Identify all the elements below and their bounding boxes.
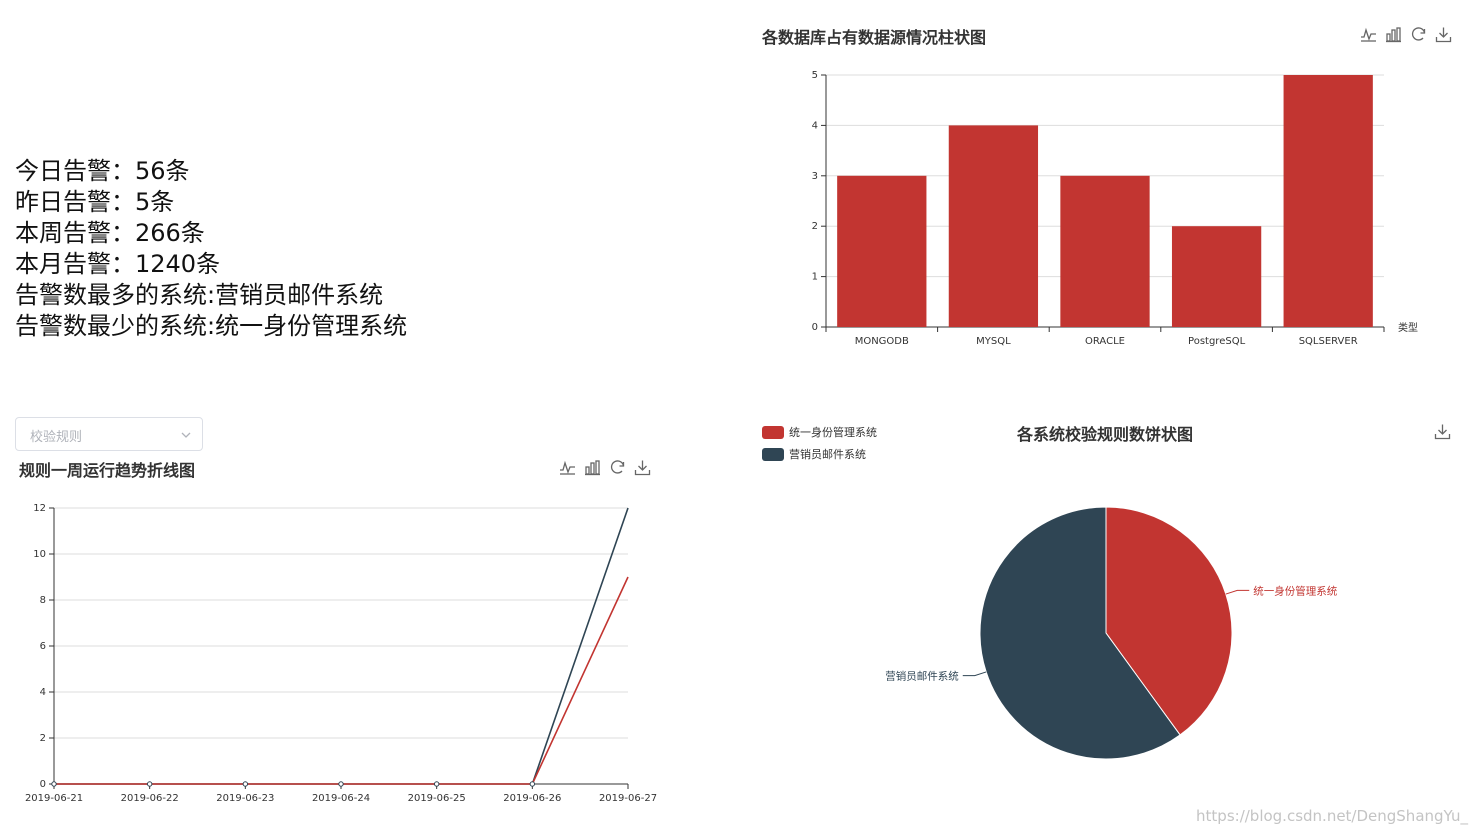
data-point	[146, 781, 153, 787]
stat-least-system: 告警数最少的系统:统一身份管理系统	[15, 312, 408, 340]
line-chart: 0 2 4 6 8 10 12 2019-06-21 2019-06-22 2019-06-23 2…	[25, 503, 657, 804]
line-chart-title: 规则一周运行趋势折线图	[19, 461, 196, 480]
pie-chart-toolbox	[1434, 423, 1451, 440]
legend-item-unified-identity[interactable]: 统一身份管理系统	[762, 421, 877, 443]
refresh-icon[interactable]	[1410, 26, 1427, 43]
y-tick-label: 12	[33, 503, 46, 514]
alarm-stats: 今日告警：56条 昨日告警：5条 本周告警：266条 本月告警：1240条 告警…	[15, 156, 407, 342]
download-icon[interactable]	[634, 459, 651, 476]
stat-week: 本周告警：266条	[15, 219, 205, 247]
refresh-icon[interactable]	[609, 459, 626, 476]
rule-select[interactable]: 校验规则	[15, 417, 203, 451]
stat-most-system: 告警数最多的系统:营销员邮件系统	[15, 281, 384, 309]
x-tick-label: SQLSERVER	[1299, 336, 1358, 347]
y-tick-label: 8	[40, 595, 46, 606]
watermark: https://blog.csdn.net/DengShangYu_	[1196, 807, 1468, 825]
legend-item-marketing-mail[interactable]: 营销员邮件系统	[762, 443, 877, 465]
legend-swatch	[762, 425, 784, 439]
y-tick-label: 3	[812, 171, 818, 182]
bar	[1060, 175, 1150, 327]
x-tick-label: PostgreSQL	[1188, 336, 1246, 347]
y-tick-label: 10	[33, 549, 46, 560]
line-chart-icon[interactable]	[559, 459, 576, 476]
bar-chart: 0 1 2 3 4 5 MONGODB MYSQL ORACLE PostgreSQL SQLSER…	[812, 70, 1418, 347]
y-tick-label: 6	[40, 641, 46, 652]
rule-select-placeholder: 校验规则	[30, 430, 83, 445]
legend-label: 营销员邮件系统	[789, 448, 866, 461]
bar	[1171, 226, 1262, 327]
data-point	[529, 781, 536, 787]
pie-chart: 统一身份管理系统营销员邮件系统	[885, 506, 1338, 760]
y-tick-label: 4	[812, 120, 818, 131]
x-tick-label: 2019-06-25	[408, 793, 466, 804]
data-point	[338, 781, 344, 787]
pie-label-line	[1225, 589, 1250, 595]
pie-legend: 统一身份管理系统 营销员邮件系统	[762, 421, 877, 465]
y-tick-label: 0	[812, 322, 818, 333]
x-tick-label: 2019-06-23	[216, 793, 274, 804]
pie-slice-label: 统一身份管理系统	[1253, 584, 1337, 597]
bar-chart-title: 各数据库占有数据源情况柱状图	[762, 28, 987, 47]
pie-label-line	[962, 671, 987, 677]
bar-chart-icon[interactable]	[584, 459, 601, 476]
y-tick-label: 5	[812, 70, 818, 81]
x-tick-label: ORACLE	[1085, 336, 1125, 347]
y-tick-label: 2	[812, 221, 818, 232]
bar	[837, 175, 927, 327]
bar-chart-icon[interactable]	[1385, 26, 1402, 43]
download-icon[interactable]	[1434, 423, 1451, 440]
y-tick-label: 1	[812, 272, 818, 283]
data-point	[433, 781, 440, 787]
chevron-down-icon	[181, 432, 191, 438]
x-tick-label: 2019-06-27	[599, 793, 657, 804]
x-tick-label: 2019-06-21	[25, 793, 83, 804]
pie-chart-title: 各系统校验规则数饼状图	[1017, 425, 1194, 444]
legend-label: 统一身份管理系统	[789, 426, 877, 439]
line-chart-icon[interactable]	[1360, 26, 1377, 43]
data-point	[51, 781, 57, 787]
bar	[948, 125, 1039, 328]
x-tick-label: 2019-06-24	[312, 793, 370, 804]
stat-yesterday: 昨日告警：5条	[15, 188, 175, 216]
stat-today: 今日告警：56条	[15, 157, 190, 185]
y-tick-label: 2	[40, 733, 46, 744]
x-tick-label: 2019-06-22	[121, 793, 179, 804]
series-line	[54, 576, 629, 785]
x-tick-label: MONGODB	[855, 336, 909, 347]
y-tick-label: 0	[40, 779, 46, 790]
bar	[1283, 75, 1373, 327]
line-chart-toolbox	[559, 459, 651, 476]
stat-month: 本月告警：1240条	[15, 250, 221, 278]
data-point	[242, 781, 249, 787]
legend-swatch	[762, 447, 784, 461]
x-axis-label: 类型	[1398, 321, 1418, 334]
x-tick-label: MYSQL	[976, 336, 1011, 347]
x-tick-label: 2019-06-26	[503, 793, 561, 804]
download-icon[interactable]	[1435, 26, 1452, 43]
bar-chart-toolbox	[1360, 26, 1452, 43]
pie-slice-label: 营销员邮件系统	[885, 670, 959, 683]
y-tick-label: 4	[40, 687, 46, 698]
